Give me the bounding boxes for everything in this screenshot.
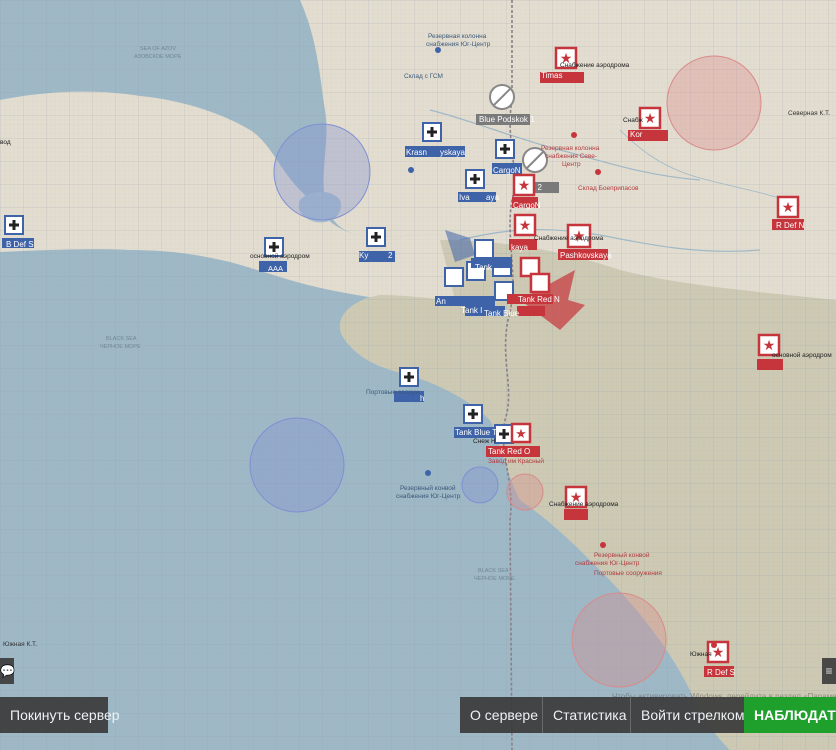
map-label: Резервный конвой (400, 484, 456, 492)
map-label: BLACK SEA (106, 336, 137, 342)
svg-text:★: ★ (782, 199, 795, 215)
red-zone-ne (666, 55, 762, 151)
map-label: Резервный конвой (594, 551, 650, 559)
map-label: aya (486, 193, 499, 202)
map-label: yskaya (440, 148, 465, 157)
map-label: Резервная колонна (541, 145, 600, 152)
map-label: Снабжение аэродрома (560, 61, 630, 69)
tactical-map[interactable]: Blue Podskok 1 lskok 2 (0, 0, 836, 750)
map-label: ЧЕРНОЕ МОРЕ (100, 344, 141, 350)
map-label: h (420, 394, 424, 403)
map-label: Снабж (623, 116, 644, 124)
blue-tank (494, 424, 514, 444)
map-label: снабжения Юг-Центр (575, 559, 640, 567)
map-label: R Def N (776, 221, 805, 230)
svg-text:★: ★ (763, 337, 776, 353)
map-label: Снеж Н (473, 438, 496, 445)
map-label: Снабжение аэродрома (534, 234, 604, 242)
map-label: АЗОВСКОЕ МОРЕ (134, 54, 182, 60)
menu-lines-icon[interactable]: ≡ (822, 658, 836, 684)
map-label: Blue Podskok 1 (479, 115, 535, 124)
map-label: Tank (475, 263, 493, 272)
blue-zone-south (249, 417, 345, 513)
map-label: SEA OF AZOV (140, 46, 176, 52)
map-label: Завод им Красный (488, 457, 544, 465)
leave-server-button[interactable]: Покинуть сервер (0, 697, 120, 733)
map-label: Tank I (461, 306, 482, 315)
map-label: R Def S (707, 668, 735, 677)
map-label: Южная К.Т. (3, 641, 37, 648)
map-label: Снабжение аэродрома (549, 500, 619, 508)
svg-text:★: ★ (518, 177, 531, 193)
map-label: снабжения Юг-Центр (396, 492, 461, 500)
map-label: CargoN (493, 166, 521, 175)
map-label: ЧЕРНОЕ МОРЕ (474, 576, 515, 582)
map-label: Tank Red N (518, 295, 560, 304)
map-label: Склад Боеприпасов (578, 185, 639, 192)
map-label: Южная (690, 651, 712, 658)
map-label: Tank Blue (484, 309, 520, 318)
map-label: основной аэродром (250, 252, 310, 260)
map-label: Резервная колонна (428, 33, 487, 40)
about-server-button[interactable]: О сервере (460, 697, 542, 733)
map-label: Tank Red O (488, 447, 530, 456)
map-label: снабжения Севе- (545, 152, 597, 160)
map-label: BLACK SEA (478, 568, 509, 574)
neutral-podskok-1[interactable] (489, 84, 515, 110)
map-label: Северная К.Т. (788, 110, 830, 117)
map-label: Портовые сооруж (366, 389, 420, 396)
map-label: Kor (630, 130, 643, 139)
red-zone-se (571, 592, 667, 688)
map-label: Timas (541, 71, 562, 80)
map-label: Ky (359, 251, 368, 260)
map-label: An (436, 297, 446, 306)
map-label: Tank Blue T (455, 428, 497, 437)
blue-zone-north (273, 123, 371, 221)
map-label: kaya (511, 243, 528, 252)
map-label: B Def S (6, 240, 34, 249)
map-label: AAA (268, 264, 283, 273)
svg-text:★: ★ (644, 110, 657, 126)
map-label: Iva (459, 193, 470, 202)
map-label: 2 (388, 251, 393, 260)
map-label: Pashkovskaya (560, 251, 612, 260)
svg-text:★: ★ (515, 426, 527, 441)
map-label: Центр (562, 161, 581, 168)
svg-text:★: ★ (519, 217, 532, 233)
chat-icon[interactable]: 💬 (0, 658, 15, 684)
map-label: Склад с ГСМ (404, 73, 443, 80)
map-label: Krasn (406, 148, 427, 157)
statistics-button[interactable]: Статистика (542, 697, 630, 733)
observe-button[interactable]: НАБЛЮДАТЬ (744, 697, 836, 733)
map-label: CargoN (513, 201, 541, 210)
map-label: Портовые сооружения (594, 570, 662, 577)
join-gunner-button[interactable]: Войти стрелком (630, 697, 744, 733)
blue-zone-small (461, 466, 499, 504)
map-label: снабжения Юг-Центр (426, 40, 491, 48)
map-label: вод (0, 139, 11, 146)
red-zone-small (506, 473, 544, 511)
map-label: основной аэродром (772, 351, 832, 359)
